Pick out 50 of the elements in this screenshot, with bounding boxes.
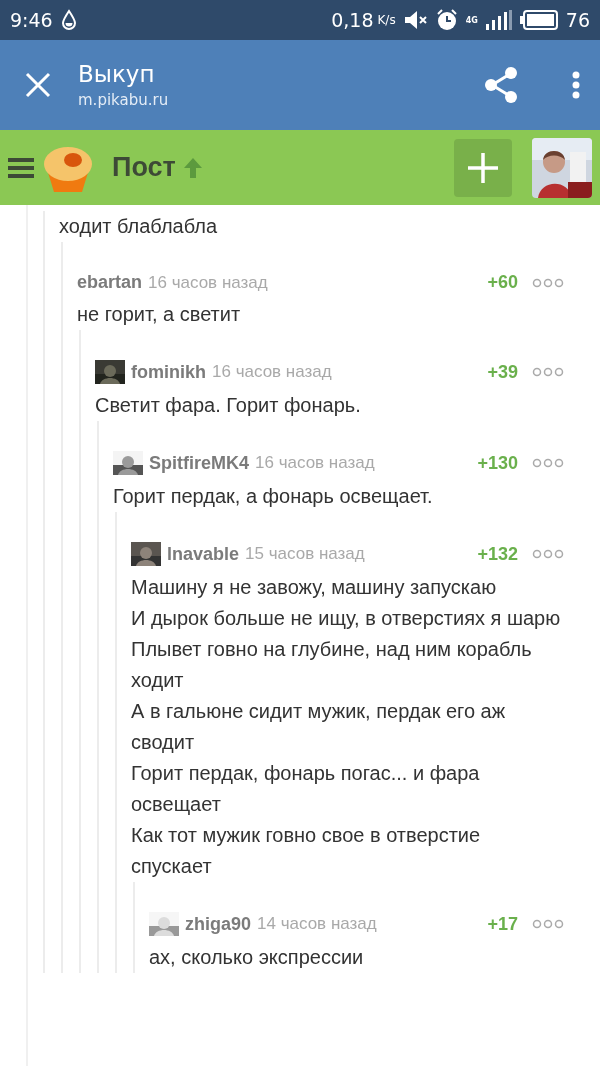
page-url: m.pikabu.ru	[78, 91, 170, 109]
comment-rating: +132	[477, 543, 518, 565]
comment-text: Машину я не завожу, машину запускаю	[131, 575, 498, 600]
comment-text: не горит, а светит	[77, 302, 242, 327]
comment-time: 16 часов назад	[148, 272, 268, 293]
page-title: Пост	[112, 152, 176, 183]
comment-text: Светит фара. Горит фонарь.	[95, 393, 362, 418]
comment-text: Горит пердак, фонарь погас... и фара освещает	[131, 761, 481, 817]
comment-rating: +39	[487, 361, 518, 383]
more-button[interactable]	[532, 367, 564, 377]
muted-speaker-icon	[403, 10, 428, 30]
user-name[interactable]: ebartan	[77, 272, 143, 293]
more-button[interactable]	[532, 277, 564, 288]
add-post-button[interactable]	[454, 138, 512, 197]
comment-time: 15 часов назад	[245, 544, 365, 564]
close-button[interactable]	[24, 71, 52, 99]
clock-time: 9:46	[10, 9, 53, 31]
comment-rating: +60	[487, 272, 518, 293]
comment-text: Плывет говно на глубине, над ним корабль ходит	[131, 637, 533, 693]
page-title: Выкуп	[78, 61, 156, 87]
plus-icon	[466, 150, 500, 185]
more-button[interactable]	[532, 919, 564, 929]
comment-rating: +17	[487, 913, 518, 935]
comment-text: ходит блаблабла	[59, 214, 219, 239]
comment-text: А в гальюне сидит мужик, пердак его аж сводит	[131, 699, 507, 755]
more-button[interactable]	[532, 458, 564, 468]
network-speed: 0,18	[331, 9, 374, 31]
share-button[interactable]	[484, 67, 518, 103]
comment-time: 16 часов назад	[212, 362, 332, 382]
user-name[interactable]: zhiga90	[185, 913, 252, 935]
menu-button[interactable]	[8, 156, 34, 179]
comment-text: Горит пердак, а фонарь освещает.	[113, 484, 434, 509]
comment-text: И дырок больше не ищу, в отверстиях я шарю	[131, 606, 562, 631]
battery-icon	[519, 10, 558, 30]
drop-icon	[60, 9, 77, 31]
signal-icon	[485, 10, 512, 30]
user-name[interactable]: SpitfireMK4	[149, 452, 249, 474]
speed-unit: K/s	[377, 13, 396, 27]
more-button[interactable]	[532, 549, 564, 559]
comment-text: Как тот мужик говно свое в отверстие спускает	[131, 823, 482, 879]
comment-text: ах, сколько экспрессии	[149, 945, 365, 970]
comment-time: 16 часов назад	[255, 453, 375, 473]
network-type: 4G	[465, 15, 478, 25]
user-name[interactable]: lnavable	[167, 543, 240, 565]
battery-percent: 76	[565, 9, 590, 31]
user-name[interactable]: fominikh	[131, 361, 206, 383]
alarm-clock-icon	[435, 9, 458, 31]
menu-button[interactable]	[572, 71, 580, 99]
comment-rating: +130	[477, 452, 518, 474]
comment-time: 14 часов назад	[257, 914, 377, 934]
